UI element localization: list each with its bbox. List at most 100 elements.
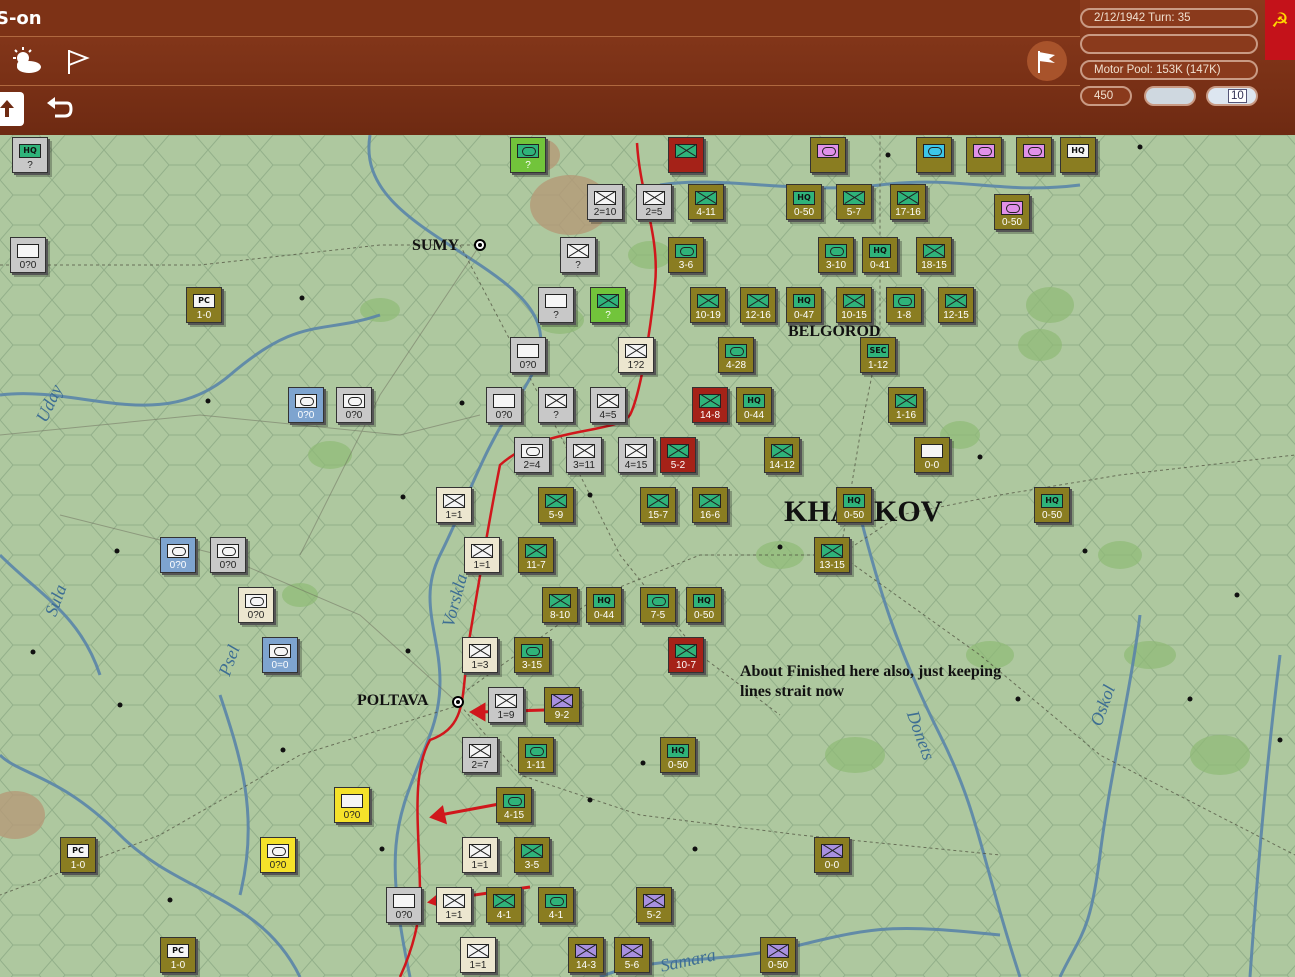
unit-counter[interactable]: 1=1 [436, 487, 472, 523]
unit-counter[interactable]: ? [510, 137, 546, 173]
unit-counter[interactable]: 4-1 [486, 887, 522, 923]
unit-symbol-icon [521, 644, 543, 658]
unit-counter[interactable]: HQ 0-50 [1034, 487, 1070, 523]
unit-counter[interactable]: 4=5 [590, 387, 626, 423]
unit-counter[interactable]: 1=1 [436, 887, 472, 923]
unit-counter[interactable]: HQ 0-41 [862, 237, 898, 273]
unit-counter[interactable]: 0?0 [334, 787, 370, 823]
unit-symbol-icon [493, 893, 515, 908]
flag-icon[interactable] [1027, 41, 1067, 81]
unit-counter[interactable]: 1=1 [460, 937, 496, 973]
unit-counter[interactable]: 10-15 [836, 287, 872, 323]
unit-counter[interactable]: 4=15 [618, 437, 654, 473]
unit-counter[interactable]: SEC 1-12 [860, 337, 896, 373]
unit-counter[interactable]: 5-2 [636, 887, 672, 923]
unit-counter[interactable]: 0?0 [260, 837, 296, 873]
unit-counter[interactable]: 5-2 [660, 437, 696, 473]
unit-counter[interactable]: 1=1 [464, 537, 500, 573]
unit-counter[interactable]: 2=10 [587, 184, 623, 220]
unit-counter[interactable]: 10-7 [668, 637, 704, 673]
unit-counter[interactable]: 10-19 [690, 287, 726, 323]
unit-counter[interactable]: HQ? [12, 137, 48, 173]
unit-counter[interactable]: 14-8 [692, 387, 728, 423]
unit-counter[interactable] [916, 137, 952, 173]
upload-icon[interactable] [0, 92, 24, 126]
unit-counter[interactable]: 1=9 [488, 687, 524, 723]
strategic-map[interactable]: SUMY BELGOROD KHARKOV POLTAVA Uday Sula … [0, 135, 1295, 977]
unit-counter[interactable]: 12-15 [938, 287, 974, 323]
unit-counter[interactable]: 0?0 [336, 387, 372, 423]
unit-counter[interactable]: 15-7 [640, 487, 676, 523]
unit-counter[interactable]: 1-11 [518, 737, 554, 773]
unit-counter[interactable] [1016, 137, 1052, 173]
unit-counter[interactable]: HQ 0-44 [586, 587, 622, 623]
unit-counter[interactable]: 0?0 [238, 587, 274, 623]
unit-counter[interactable]: 0?0 [210, 537, 246, 573]
unit-counter[interactable]: 5-6 [614, 937, 650, 973]
unit-counter[interactable]: 5-9 [538, 487, 574, 523]
unit-counter[interactable]: 14-12 [764, 437, 800, 473]
unit-counter[interactable]: 4-15 [496, 787, 532, 823]
unit-counter[interactable]: 4-11 [688, 184, 724, 220]
unit-counter[interactable]: 1-16 [888, 387, 924, 423]
unit-counter[interactable]: PC 1-0 [160, 937, 196, 973]
unit-counter[interactable]: 14-3 [568, 937, 604, 973]
unit-counter[interactable]: 9-2 [544, 687, 580, 723]
unit-counter[interactable]: 0?0 [288, 387, 324, 423]
unit-counter[interactable]: PC 1-0 [60, 837, 96, 873]
unit-counter[interactable]: 7-5 [640, 587, 676, 623]
unit-counter[interactable]: 0-50 [994, 194, 1030, 230]
unit-counter[interactable]: 3-15 [514, 637, 550, 673]
weather-snow-indicator[interactable] [1144, 86, 1196, 106]
unit-counter[interactable]: 5-7 [836, 184, 872, 220]
unit-counter[interactable]: 4-1 [538, 887, 574, 923]
unit-counter[interactable]: 0-0 [814, 837, 850, 873]
unit-counter[interactable]: 4-28 [718, 337, 754, 373]
unit-counter[interactable]: 0-50 [760, 937, 796, 973]
unit-counter[interactable]: HQ 0-47 [786, 287, 822, 323]
unit-counter[interactable]: 2=7 [462, 737, 498, 773]
unit-counter[interactable]: 3-10 [818, 237, 854, 273]
unit-counter[interactable]: 3-5 [514, 837, 550, 873]
unit-counter[interactable]: 0?0 [486, 387, 522, 423]
weather-sun-cloud-icon[interactable] [8, 43, 44, 79]
unit-counter[interactable]: HQ 0-50 [660, 737, 696, 773]
unit-counter[interactable]: ? [538, 287, 574, 323]
undo-icon[interactable] [40, 92, 76, 128]
unit-counter[interactable]: 2=5 [636, 184, 672, 220]
unit-counter[interactable] [810, 137, 846, 173]
unit-counter[interactable]: 1?2 [618, 337, 654, 373]
unit-counter[interactable]: 12-16 [740, 287, 776, 323]
unit-counter[interactable]: HQ 0-50 [786, 184, 822, 220]
unit-counter[interactable]: 0?0 [10, 237, 46, 273]
unit-counter[interactable] [668, 137, 704, 173]
unit-counter[interactable]: 0?0 [386, 887, 422, 923]
unit-counter[interactable]: 1=3 [462, 637, 498, 673]
unit-counter[interactable]: PC 1-0 [186, 287, 222, 323]
unit-counter[interactable]: 1-8 [886, 287, 922, 323]
turn-badge[interactable]: 10 [1206, 86, 1258, 106]
unit-counter[interactable]: 0=0 [262, 637, 298, 673]
unit-counter[interactable]: HQ 0-44 [736, 387, 772, 423]
unit-counter[interactable]: HQ [1060, 137, 1096, 173]
unit-counter[interactable] [966, 137, 1002, 173]
unit-counter[interactable]: ? [538, 387, 574, 423]
unit-counter[interactable]: 17-16 [890, 184, 926, 220]
unit-counter[interactable]: 3=11 [566, 437, 602, 473]
unit-counter[interactable]: HQ 0-50 [686, 587, 722, 623]
unit-counter[interactable]: HQ 0-50 [836, 487, 872, 523]
flag-outline-icon[interactable] [58, 43, 94, 79]
unit-counter[interactable]: 11-7 [518, 537, 554, 573]
unit-counter[interactable]: 0?0 [510, 337, 546, 373]
unit-counter[interactable]: 18-15 [916, 237, 952, 273]
unit-counter[interactable]: 3-6 [668, 237, 704, 273]
unit-counter[interactable]: 13-15 [814, 537, 850, 573]
unit-counter[interactable]: 16-6 [692, 487, 728, 523]
unit-counter[interactable]: ? [590, 287, 626, 323]
unit-counter[interactable]: 1=1 [462, 837, 498, 873]
unit-counter[interactable]: 2=4 [514, 437, 550, 473]
unit-counter[interactable]: 0-0 [914, 437, 950, 473]
unit-counter[interactable]: 0?0 [160, 537, 196, 573]
unit-counter[interactable]: ? [560, 237, 596, 273]
unit-counter[interactable]: 8-10 [542, 587, 578, 623]
